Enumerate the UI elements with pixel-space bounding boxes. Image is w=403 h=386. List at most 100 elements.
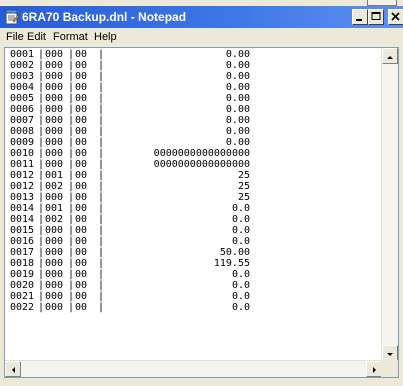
column-separator: | xyxy=(38,302,45,313)
line-index: 000 xyxy=(45,137,64,148)
column-separator: | xyxy=(38,269,45,280)
close-icon xyxy=(391,12,400,21)
line-index: 000 xyxy=(45,49,64,60)
column-separator: | xyxy=(68,170,75,181)
line-value: 0.0 xyxy=(231,236,250,247)
column-separator: | xyxy=(38,93,45,104)
text-line[interactable]: 0019 000 00 0.0 | | | xyxy=(10,269,385,280)
line-value: 0.00 xyxy=(225,60,250,71)
column-separator: | xyxy=(98,126,105,137)
line-id: 0009 xyxy=(10,137,35,148)
column-separator: | xyxy=(98,203,105,214)
column-separator: | xyxy=(98,93,105,104)
line-value: 25 xyxy=(237,192,250,203)
column-separator: | xyxy=(68,126,75,137)
line-id: 0004 xyxy=(10,82,35,93)
line-index: 000 xyxy=(45,291,64,302)
text-line[interactable]: 0008 000 00 0.00 | | | xyxy=(10,126,385,137)
text-line[interactable]: 0003 000 00 0.00 | | | xyxy=(10,71,385,82)
line-id: 0019 xyxy=(10,269,35,280)
text-line[interactable]: 0015 000 00 0.0 | | | xyxy=(10,225,385,236)
menu-format[interactable]: Format xyxy=(53,30,88,44)
close-button[interactable] xyxy=(388,9,403,25)
line-sub: 00 xyxy=(75,82,88,93)
column-separator: | xyxy=(68,236,75,247)
text-line[interactable]: 0014 002 00 0.0 | | | xyxy=(10,214,385,225)
column-separator: | xyxy=(68,225,75,236)
scroll-right-button[interactable] xyxy=(366,361,382,377)
menu-edit[interactable]: Edit xyxy=(27,30,46,44)
column-separator: | xyxy=(38,236,45,247)
line-id: 0006 xyxy=(10,104,35,115)
column-separator: | xyxy=(98,137,105,148)
column-separator: | xyxy=(38,170,45,181)
line-sub: 00 xyxy=(75,203,88,214)
text-line[interactable]: 0016 000 00 0.0 | | | xyxy=(10,236,385,247)
text-line[interactable]: 0009 000 00 0.00 | | | xyxy=(10,137,385,148)
text-line[interactable]: 0005 000 00 0.00 | | | xyxy=(10,93,385,104)
column-separator: | xyxy=(68,148,75,159)
horizontal-scrollbar[interactable] xyxy=(5,360,382,377)
line-value: 0.0 xyxy=(231,280,250,291)
column-separator: | xyxy=(68,192,75,203)
line-index: 000 xyxy=(45,192,64,203)
line-id: 0018 xyxy=(10,258,35,269)
text-line[interactable]: 0001 000 00 0.00 | | | xyxy=(10,49,385,60)
column-separator: | xyxy=(98,214,105,225)
line-sub: 00 xyxy=(75,236,88,247)
text-line[interactable]: 0011 000 00 0000000000000000 | | | xyxy=(10,159,385,170)
column-separator: | xyxy=(38,71,45,82)
text-line[interactable]: 0017 000 00 50.00 | | | xyxy=(10,247,385,258)
line-id: 0016 xyxy=(10,236,35,247)
text-line[interactable]: 0020 000 00 0.0 | | | xyxy=(10,280,385,291)
scroll-left-button[interactable] xyxy=(5,361,21,377)
scroll-up-button[interactable] xyxy=(382,48,398,64)
scroll-down-button[interactable] xyxy=(382,345,398,361)
text-line[interactable]: 0012 002 00 25 | | | xyxy=(10,181,385,192)
text-line[interactable]: 0002 000 00 0.00 | | | xyxy=(10,60,385,71)
column-separator: | xyxy=(68,291,75,302)
column-separator: | xyxy=(68,269,75,280)
menu-file[interactable]: File xyxy=(6,30,24,44)
text-line[interactable]: 0022 000 00 0.0 | | | xyxy=(10,302,385,313)
vertical-scrollbar[interactable] xyxy=(381,48,398,361)
line-value: 0.0 xyxy=(231,302,250,313)
line-id: 0007 xyxy=(10,115,35,126)
line-value: 0.0 xyxy=(231,214,250,225)
notepad-icon[interactable] xyxy=(4,9,20,25)
text-line[interactable]: 0007 000 00 0.00 | | | xyxy=(10,115,385,126)
text-line[interactable]: 0018 000 00 119.55 | | | xyxy=(10,258,385,269)
title-bar[interactable]: 6RA70 Backup.dnl - Notepad xyxy=(0,6,403,28)
arrow-down-icon xyxy=(387,353,393,356)
column-separator: | xyxy=(38,148,45,159)
notepad-window: 6RA70 Backup.dnl - Notepad File Edit For… xyxy=(0,6,403,386)
text-content[interactable]: 0001 000 00 0.00 | | | 0002 000 00 0.00 | | | 0003 000 0… xyxy=(10,49,385,313)
text-editor[interactable]: 0001 000 00 0.00 | | | 0002 000 00 0.00 | | | 0003 000 0… xyxy=(4,47,399,378)
line-id: 0012 xyxy=(10,181,35,192)
text-line[interactable]: 0012 001 00 25 | | | xyxy=(10,170,385,181)
text-line[interactable]: 0021 000 00 0.0 | | | xyxy=(10,291,385,302)
line-index: 000 xyxy=(45,126,64,137)
line-value: 0.00 xyxy=(225,93,250,104)
column-separator: | xyxy=(38,181,45,192)
line-index: 000 xyxy=(45,71,64,82)
menu-bar: File Edit Format Help xyxy=(0,28,403,46)
text-line[interactable]: 0010 000 00 0000000000000000 | | | xyxy=(10,148,385,159)
line-sub: 00 xyxy=(75,214,88,225)
text-line[interactable]: 0004 000 00 0.00 | | | xyxy=(10,82,385,93)
text-line[interactable]: 0013 000 00 25 | | | xyxy=(10,192,385,203)
column-separator: | xyxy=(38,225,45,236)
line-value: 0.00 xyxy=(225,126,250,137)
text-line[interactable]: 0014 001 00 0.0 | | | xyxy=(10,203,385,214)
line-index: 000 xyxy=(45,82,64,93)
menu-help[interactable]: Help xyxy=(94,30,117,44)
text-line[interactable]: 0006 000 00 0.00 | | | xyxy=(10,104,385,115)
window-title: 6RA70 Backup.dnl - Notepad xyxy=(22,10,187,24)
column-separator: | xyxy=(68,214,75,225)
maximize-button[interactable] xyxy=(368,9,384,25)
resize-grip[interactable] xyxy=(381,360,398,377)
column-separator: | xyxy=(68,82,75,93)
column-separator: | xyxy=(38,137,45,148)
line-value: 0000000000000000 xyxy=(153,148,250,159)
minimize-button[interactable] xyxy=(352,9,368,25)
